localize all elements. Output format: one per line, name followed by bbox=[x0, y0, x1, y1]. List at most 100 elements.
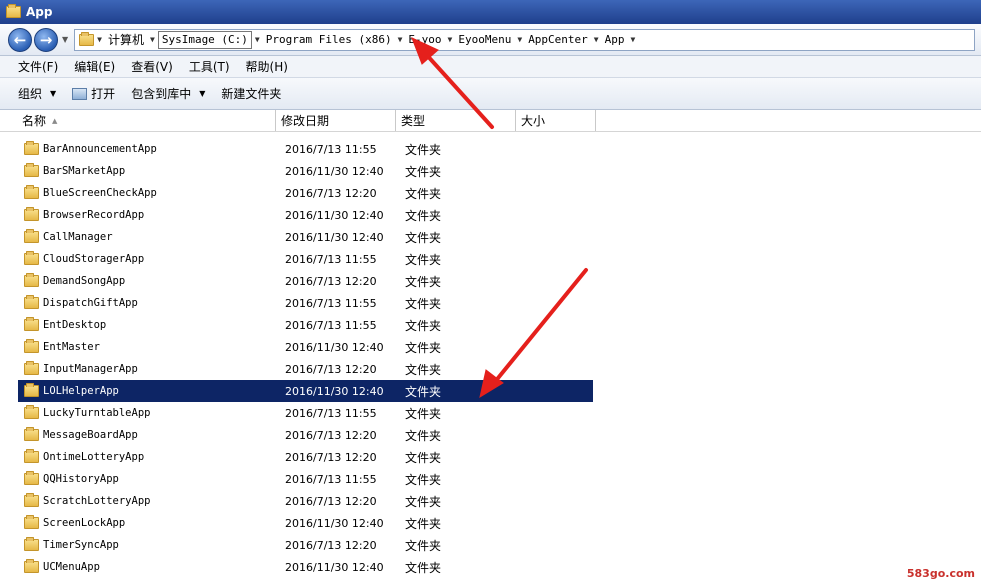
file-date: 2016/11/30 12:40 bbox=[285, 340, 384, 354]
column-name[interactable]: 名称 ▲ bbox=[0, 110, 276, 131]
chevron-down-icon[interactable]: ▼ bbox=[591, 35, 602, 44]
menu-help[interactable]: 帮助(H) bbox=[238, 58, 296, 75]
new-folder-button[interactable]: 新建文件夹 bbox=[213, 85, 289, 102]
column-type-label: 类型 bbox=[401, 114, 426, 128]
file-type: 文件夹 bbox=[405, 450, 442, 465]
include-library-label: 包含到库中 bbox=[131, 87, 192, 101]
file-type: 文件夹 bbox=[405, 428, 442, 443]
breadcrumb-eyoomenu[interactable]: EyooMenu bbox=[455, 33, 514, 46]
folder-icon bbox=[24, 383, 39, 397]
open-label: 打开 bbox=[91, 87, 116, 101]
file-name: TimerSyncApp bbox=[43, 539, 119, 551]
folder-icon bbox=[24, 251, 39, 265]
table-row[interactable]: MessageBoardApp 2016/7/13 12:20 文件夹 bbox=[18, 424, 593, 446]
chevron-down-icon[interactable]: ▼ bbox=[94, 35, 105, 44]
table-row[interactable]: InputManagerApp 2016/7/13 12:20 文件夹 bbox=[18, 358, 593, 380]
folder-icon bbox=[24, 295, 39, 309]
folder-icon bbox=[24, 339, 39, 353]
table-row[interactable]: LOLHelperApp 2016/11/30 12:40 文件夹 bbox=[18, 380, 593, 402]
chevron-down-icon[interactable]: ▼ bbox=[147, 35, 158, 44]
back-button[interactable]: ← bbox=[8, 27, 32, 52]
menu-view[interactable]: 查看(V) bbox=[123, 58, 181, 75]
window-title: App bbox=[26, 5, 53, 19]
recent-pages-dropdown[interactable]: ▼ bbox=[62, 35, 68, 44]
file-type: 文件夹 bbox=[405, 274, 442, 289]
file-date: 2016/7/13 11:55 bbox=[285, 406, 377, 420]
chevron-down-icon: ▼ bbox=[199, 89, 206, 98]
table-row[interactable]: BarAnnouncementApp 2016/7/13 11:55 文件夹 bbox=[18, 138, 593, 160]
table-row[interactable]: LuckyTurntableApp 2016/7/13 11:55 文件夹 bbox=[18, 402, 593, 424]
table-row[interactable]: ScreenLockApp 2016/11/30 12:40 文件夹 bbox=[18, 512, 593, 534]
menu-edit[interactable]: 编辑(E) bbox=[66, 58, 123, 75]
table-row[interactable]: BarSMarketApp 2016/11/30 12:40 文件夹 bbox=[18, 160, 593, 182]
file-name: BarSMarketApp bbox=[43, 165, 126, 177]
file-date: 2016/7/13 12:20 bbox=[285, 538, 377, 552]
include-in-library-button[interactable]: 包含到库中 ▼ bbox=[123, 85, 213, 102]
folder-icon bbox=[24, 559, 39, 573]
column-type[interactable]: 类型 bbox=[396, 110, 516, 131]
table-row[interactable]: BlueScreenCheckApp 2016/7/13 12:20 文件夹 bbox=[18, 182, 593, 204]
file-date: 2016/7/13 12:20 bbox=[285, 274, 377, 288]
file-name: InputManagerApp bbox=[43, 363, 138, 375]
breadcrumb-drive[interactable]: SysImage (C:) bbox=[157, 30, 252, 49]
table-row[interactable]: CallManager 2016/11/30 12:40 文件夹 bbox=[18, 226, 593, 248]
column-date[interactable]: 修改日期 bbox=[276, 110, 396, 131]
file-name: EntMaster bbox=[43, 341, 100, 353]
chevron-down-icon[interactable]: ▼ bbox=[395, 35, 406, 44]
folder-icon bbox=[24, 273, 39, 287]
file-name: MessageBoardApp bbox=[43, 429, 138, 441]
table-row[interactable]: EntDesktop 2016/7/13 11:55 文件夹 bbox=[18, 314, 593, 336]
column-size[interactable]: 大小 bbox=[516, 110, 596, 131]
folder-icon bbox=[24, 449, 39, 463]
table-row[interactable]: EntMaster 2016/11/30 12:40 文件夹 bbox=[18, 336, 593, 358]
chevron-down-icon[interactable]: ▼ bbox=[514, 35, 525, 44]
folder-icon bbox=[24, 471, 39, 485]
file-type: 文件夹 bbox=[405, 318, 442, 333]
table-row[interactable]: TimerSyncApp 2016/7/13 12:20 文件夹 bbox=[18, 534, 593, 556]
address-bar: ← → ▼ ▼ 计算机 ▼ SysImage (C:) ▼ Program Fi… bbox=[0, 24, 981, 56]
file-type: 文件夹 bbox=[405, 252, 442, 267]
breadcrumb-program-files[interactable]: Program Files (x86) bbox=[263, 33, 395, 46]
file-date: 2016/11/30 12:40 bbox=[285, 164, 384, 178]
menu-file[interactable]: 文件(F) bbox=[10, 58, 66, 75]
breadcrumb-e-yoo[interactable]: E-yoo bbox=[405, 33, 444, 46]
open-button[interactable]: 打开 bbox=[64, 85, 123, 102]
file-name: CloudStoragerApp bbox=[43, 253, 145, 265]
table-row[interactable]: DispatchGiftApp 2016/7/13 11:55 文件夹 bbox=[18, 292, 593, 314]
file-list: BarAnnouncementApp 2016/7/13 11:55 文件夹 BarS… bbox=[18, 138, 593, 578]
folder-icon bbox=[24, 163, 39, 177]
menu-tools[interactable]: 工具(T) bbox=[181, 58, 238, 75]
breadcrumb-app[interactable]: App bbox=[602, 33, 628, 46]
file-name: BlueScreenCheckApp bbox=[43, 187, 157, 199]
folder-icon bbox=[24, 141, 39, 155]
file-date: 2016/7/13 11:55 bbox=[285, 472, 377, 486]
file-name: UCMenuApp bbox=[43, 561, 100, 573]
file-name: BrowserRecordApp bbox=[43, 209, 145, 221]
table-row[interactable]: OntimeLotteryApp 2016/7/13 12:20 文件夹 bbox=[18, 446, 593, 468]
folder-icon bbox=[24, 185, 39, 199]
file-type: 文件夹 bbox=[405, 164, 442, 179]
file-name: LOLHelperApp bbox=[43, 385, 119, 397]
organize-button[interactable]: 组织 ▼ bbox=[10, 85, 64, 102]
folder-icon bbox=[24, 515, 39, 529]
folder-icon bbox=[24, 229, 39, 243]
forward-button[interactable]: → bbox=[34, 27, 58, 52]
column-name-label: 名称 bbox=[22, 114, 47, 128]
file-type: 文件夹 bbox=[405, 186, 442, 201]
file-name: BarAnnouncementApp bbox=[43, 143, 157, 155]
file-date: 2016/11/30 12:40 bbox=[285, 384, 384, 398]
table-row[interactable]: DemandSongApp 2016/7/13 12:20 文件夹 bbox=[18, 270, 593, 292]
chevron-down-icon[interactable]: ▼ bbox=[628, 35, 639, 44]
breadcrumb-computer[interactable]: 计算机 bbox=[105, 31, 147, 48]
table-row[interactable]: QQHistoryApp 2016/7/13 11:55 文件夹 bbox=[18, 468, 593, 490]
file-date: 2016/7/13 11:55 bbox=[285, 296, 377, 310]
chevron-down-icon[interactable]: ▼ bbox=[445, 35, 456, 44]
breadcrumb[interactable]: ▼ 计算机 ▼ SysImage (C:) ▼ Program Files (x… bbox=[74, 28, 975, 51]
table-row[interactable]: CloudStoragerApp 2016/7/13 11:55 文件夹 bbox=[18, 248, 593, 270]
file-date: 2016/11/30 12:40 bbox=[285, 208, 384, 222]
chevron-down-icon[interactable]: ▼ bbox=[252, 35, 263, 44]
table-row[interactable]: ScratchLotteryApp 2016/7/13 12:20 文件夹 bbox=[18, 490, 593, 512]
breadcrumb-appcenter[interactable]: AppCenter bbox=[525, 33, 591, 46]
table-row[interactable]: BrowserRecordApp 2016/11/30 12:40 文件夹 bbox=[18, 204, 593, 226]
table-row[interactable]: UCMenuApp 2016/11/30 12:40 文件夹 bbox=[18, 556, 593, 578]
